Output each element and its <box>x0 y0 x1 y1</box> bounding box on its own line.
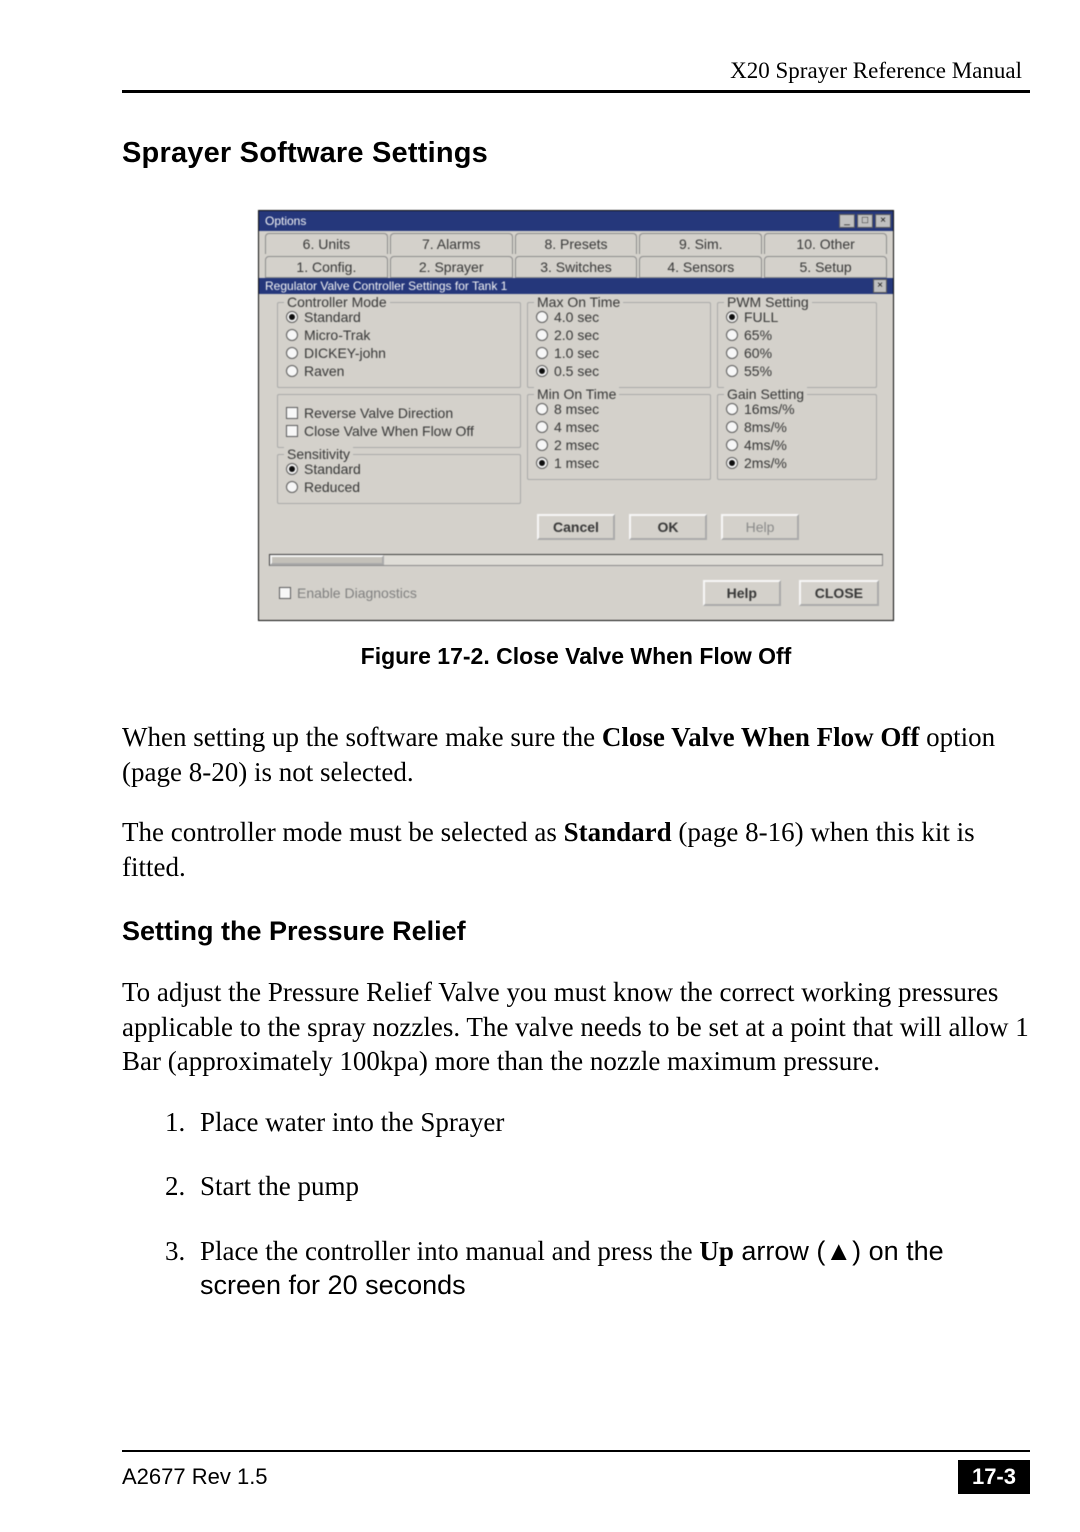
radio-dickeyjohn[interactable]: DICKEY-john <box>286 345 512 361</box>
radio-min-4[interactable]: 4 msec <box>536 419 702 435</box>
paragraph-2: The controller mode must be selected as … <box>122 815 1030 884</box>
tab-sim[interactable]: 9. Sim. <box>639 233 762 254</box>
window-titlebar: Options _ □ × <box>259 211 893 231</box>
step-3: Place the controller into manual and pre… <box>192 1234 1030 1303</box>
tab-switches[interactable]: 3. Switches <box>515 256 638 278</box>
tabs-row-1: 6. Units 7. Alarms 8. Presets 9. Sim. 10… <box>259 231 893 254</box>
enable-diagnostics-checkbox[interactable]: Enable Diagnostics <box>279 585 417 601</box>
header-rule <box>122 90 1030 93</box>
tab-presets[interactable]: 8. Presets <box>515 233 638 254</box>
valve-options-group: Reverse Valve Direction Close Valve When… <box>277 394 521 448</box>
doc-revision: A2677 Rev 1.5 <box>122 1464 268 1490</box>
minimize-icon[interactable]: _ <box>839 214 855 228</box>
inner-close-icon[interactable]: × <box>873 279 887 293</box>
inner-dialog-title: Regulator Valve Controller Settings for … <box>265 279 507 293</box>
inner-dialog-titlebar: Regulator Valve Controller Settings for … <box>259 278 893 294</box>
section-title: Sprayer Software Settings <box>122 137 1030 170</box>
gain-legend: Gain Setting <box>724 386 807 402</box>
tab-setup[interactable]: 5. Setup <box>764 256 887 278</box>
ok-button[interactable]: OK <box>629 514 707 540</box>
steps-list: Place water into the Sprayer Start the p… <box>122 1105 1030 1303</box>
radio-max-10[interactable]: 1.0 sec <box>536 345 702 361</box>
help-button[interactable]: Help <box>721 514 799 540</box>
max-on-time-group: Max On Time 4.0 sec 2.0 sec 1.0 sec 0.5 … <box>527 302 711 388</box>
footer-close-button[interactable]: CLOSE <box>799 580 879 606</box>
radio-raven[interactable]: Raven <box>286 363 512 379</box>
horizontal-scrollbar[interactable] <box>269 554 883 566</box>
radio-pwm-full[interactable]: FULL <box>726 309 868 325</box>
min-on-time-legend: Min On Time <box>534 386 619 402</box>
max-on-time-legend: Max On Time <box>534 294 623 310</box>
tab-alarms[interactable]: 7. Alarms <box>390 233 513 254</box>
footer-rule <box>122 1450 1030 1452</box>
cancel-button[interactable]: Cancel <box>537 514 615 540</box>
maximize-icon[interactable]: □ <box>857 214 873 228</box>
step-1: Place water into the Sprayer <box>192 1105 1030 1140</box>
radio-standard[interactable]: Standard <box>286 309 512 325</box>
checkbox-reverse-valve[interactable]: Reverse Valve Direction <box>286 405 512 421</box>
radio-gain-16[interactable]: 16ms/% <box>726 401 868 417</box>
close-icon[interactable]: × <box>875 214 891 228</box>
radio-max-05[interactable]: 0.5 sec <box>536 363 702 379</box>
tab-config[interactable]: 1. Config. <box>265 256 388 278</box>
figure-caption: Figure 17-2. Close Valve When Flow Off <box>361 643 792 670</box>
tab-sensors[interactable]: 4. Sensors <box>639 256 762 278</box>
subsection-title: Setting the Pressure Relief <box>122 916 1030 947</box>
checkbox-close-valve[interactable]: Close Valve When Flow Off <box>286 423 512 439</box>
paragraph-3: To adjust the Pressure Relief Valve you … <box>122 975 1030 1079</box>
radio-min-1[interactable]: 1 msec <box>536 455 702 471</box>
radio-max-40[interactable]: 4.0 sec <box>536 309 702 325</box>
tab-units[interactable]: 6. Units <box>265 233 388 254</box>
controller-mode-legend: Controller Mode <box>284 294 390 310</box>
step-2: Start the pump <box>192 1169 1030 1204</box>
sensitivity-group: Sensitivity Standard Reduced <box>277 454 521 504</box>
footer-help-button[interactable]: Help <box>703 580 781 606</box>
radio-min-2[interactable]: 2 msec <box>536 437 702 453</box>
page-number: 17-3 <box>958 1460 1030 1494</box>
min-on-time-group: Min On Time 8 msec 4 msec 2 msec 1 msec <box>527 394 711 480</box>
sensitivity-legend: Sensitivity <box>284 446 353 462</box>
pwm-setting-group: PWM Setting FULL 65% 60% 55% <box>717 302 877 388</box>
radio-sens-reduced[interactable]: Reduced <box>286 479 512 495</box>
paragraph-1: When setting up the software make sure t… <box>122 720 1030 789</box>
pwm-legend: PWM Setting <box>724 294 812 310</box>
tab-sprayer[interactable]: 2. Sprayer <box>390 256 513 278</box>
radio-max-20[interactable]: 2.0 sec <box>536 327 702 343</box>
radio-microtrak[interactable]: Micro-Trak <box>286 327 512 343</box>
tab-other[interactable]: 10. Other <box>764 233 887 254</box>
running-header: X20 Sprayer Reference Manual <box>122 58 1030 84</box>
radio-sens-standard[interactable]: Standard <box>286 461 512 477</box>
controller-mode-group: Controller Mode Standard Micro-Trak DICK… <box>277 302 521 388</box>
radio-pwm-55[interactable]: 55% <box>726 363 868 379</box>
radio-min-8[interactable]: 8 msec <box>536 401 702 417</box>
radio-gain-8[interactable]: 8ms/% <box>726 419 868 435</box>
dialog-footer: Enable Diagnostics Help CLOSE <box>259 566 893 620</box>
gain-setting-group: Gain Setting 16ms/% 8ms/% 4ms/% 2ms/% <box>717 394 877 480</box>
radio-gain-4[interactable]: 4ms/% <box>726 437 868 453</box>
radio-pwm-60[interactable]: 60% <box>726 345 868 361</box>
tabs-row-2: 1. Config. 2. Sprayer 3. Switches 4. Sen… <box>259 254 893 278</box>
radio-gain-2[interactable]: 2ms/% <box>726 455 868 471</box>
radio-pwm-65[interactable]: 65% <box>726 327 868 343</box>
embedded-screenshot: Options _ □ × 6. Units 7. Alarms 8. Pres… <box>258 210 894 621</box>
window-title: Options <box>265 214 306 228</box>
